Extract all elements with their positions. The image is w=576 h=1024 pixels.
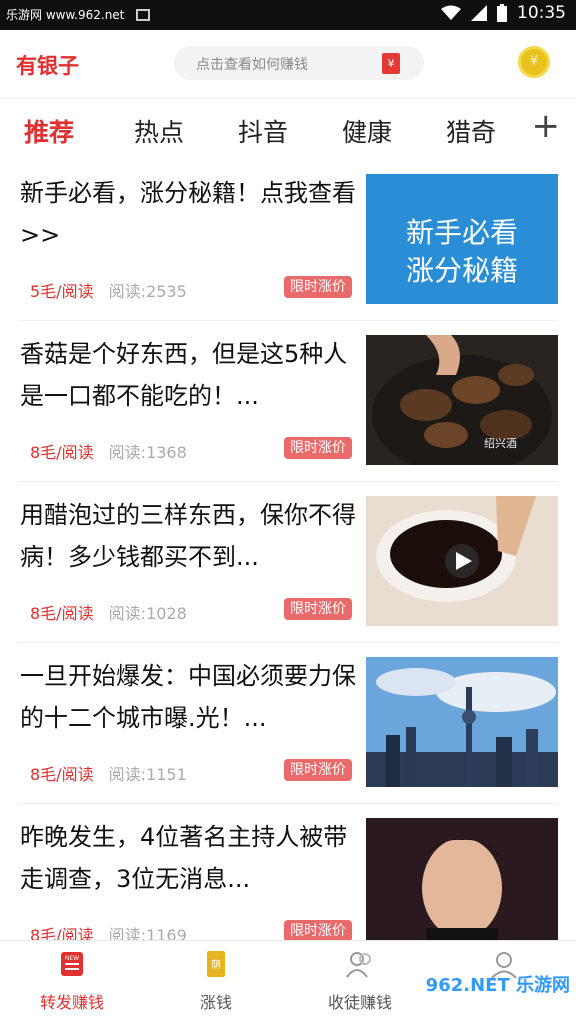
thumb-text-line1: 新手必看 <box>406 216 518 249</box>
status-bar: 乐游网 www.962.net 10:35 <box>0 0 576 30</box>
tab-douyin[interactable]: 抖音 <box>238 113 288 149</box>
money-scroll-icon: 荫 <box>207 951 225 977</box>
users-icon <box>346 952 371 978</box>
article-thumbnail <box>366 657 558 787</box>
limited-raise-badge: 限时涨价 <box>284 598 352 620</box>
search-placeholder: 点击查看如何赚钱 <box>196 57 308 73</box>
article-price: 8毛/阅读 <box>30 604 94 623</box>
tab-recommend[interactable]: 推荐 <box>24 113 74 149</box>
battery-icon <box>497 4 507 22</box>
nav-label: 涨钱 <box>199 993 232 1012</box>
wifi-icon <box>441 5 461 21</box>
limited-raise-badge: 限时涨价 <box>284 920 352 942</box>
nav-label: 收徒赚钱 <box>327 993 392 1012</box>
status-watermark: 乐游网 www.962.net <box>6 8 125 22</box>
article-reads: 阅读:2535 <box>108 282 187 301</box>
status-time: 10:35 <box>517 3 566 23</box>
money-scroll-icon-text: 荫 <box>211 959 221 971</box>
article-price: 5毛/阅读 <box>30 282 94 301</box>
limited-raise-badge: 限时涨价 <box>284 437 352 459</box>
limited-raise-badge: 限时涨价 <box>284 276 352 298</box>
article-reads: 阅读:1151 <box>108 765 187 784</box>
article-price: 8毛/阅读 <box>30 443 94 462</box>
article-thumbnail: 绍兴酒 <box>366 335 558 465</box>
article-title: 用醋泡过的三样东西，保你不得病！多少钱都买不到... <box>20 501 356 571</box>
news-icon: NEW <box>61 952 83 976</box>
article-thumbnail: 新手必看 涨分秘籍 <box>366 174 558 304</box>
tab-hot[interactable]: 热点 <box>134 113 184 149</box>
nav-label: 转发赚钱 <box>39 993 104 1012</box>
category-tabs: 推荐 热点 抖音 健康 猎奇 + <box>0 98 576 160</box>
nav-share-earn[interactable]: NEW 转发赚钱 <box>0 949 144 1013</box>
coin-icon[interactable]: ¥ <box>518 46 550 78</box>
article-price: 8毛/阅读 <box>30 765 94 784</box>
site-watermark: 962.NET 乐游网 <box>425 975 570 996</box>
article-card[interactable]: 香菇是个好东西，但是这5种人是一口都不能吃的！... 8毛/阅读 阅读:1368… <box>0 321 576 482</box>
article-title: 昨晚发生，4位著名主持人被带走调查，3位无消息... <box>20 823 348 893</box>
article-thumbnail[interactable] <box>366 496 558 626</box>
notification-icon <box>136 8 151 21</box>
search-box[interactable]: 点击查看如何赚钱 ¥ <box>174 46 424 80</box>
red-envelope-icon: ¥ <box>382 53 400 74</box>
tab-curious[interactable]: 猎奇 <box>446 113 496 149</box>
article-card[interactable]: 一旦开始爆发：中国必须要力保的十二个城市曝.光！... 8毛/阅读 阅读:115… <box>0 643 576 804</box>
article-reads: 阅读:1028 <box>108 604 187 623</box>
signal-icon <box>471 5 487 21</box>
tab-health[interactable]: 健康 <box>342 113 392 149</box>
article-reads: 阅读:1368 <box>108 443 187 462</box>
article-title: 香菇是个好东西，但是这5种人是一口都不能吃的！... <box>20 340 348 410</box>
thumb-text-line2: 涨分秘籍 <box>406 254 518 287</box>
news-icon-text: NEW <box>65 955 79 962</box>
brand-logo: 有银子 <box>16 54 79 78</box>
add-tab-icon[interactable]: + <box>532 109 561 143</box>
limited-raise-badge: 限时涨价 <box>284 759 352 781</box>
article-card[interactable]: 用醋泡过的三样东西，保你不得病！多少钱都买不到... 8毛/阅读 阅读:1028… <box>0 482 576 643</box>
app-screen: 乐游网 www.962.net 10:35 有银子 点击查看如何赚钱 ¥ ¥ 推… <box>0 0 576 1024</box>
article-title: 一旦开始爆发：中国必须要力保的十二个城市曝.光！... <box>20 662 356 732</box>
nav-earn-more[interactable]: 荫 涨钱 <box>144 949 288 1013</box>
app-header: 有银子 点击查看如何赚钱 ¥ ¥ <box>0 30 576 98</box>
bottom-navigation: NEW 转发赚钱 荫 涨钱 收徒赚钱 962.NET 乐游网 <box>0 940 576 1024</box>
article-card[interactable]: 新手必看，涨分秘籍！点我查看>> 5毛/阅读 阅读:2535 限时涨价 新手必看… <box>0 160 576 321</box>
article-title: 新手必看，涨分秘籍！点我查看>> <box>20 179 356 249</box>
nav-recruit-earn[interactable]: 收徒赚钱 <box>288 949 432 1013</box>
thumb-caption: 绍兴酒 <box>484 436 517 450</box>
article-thumbnail <box>366 818 558 948</box>
